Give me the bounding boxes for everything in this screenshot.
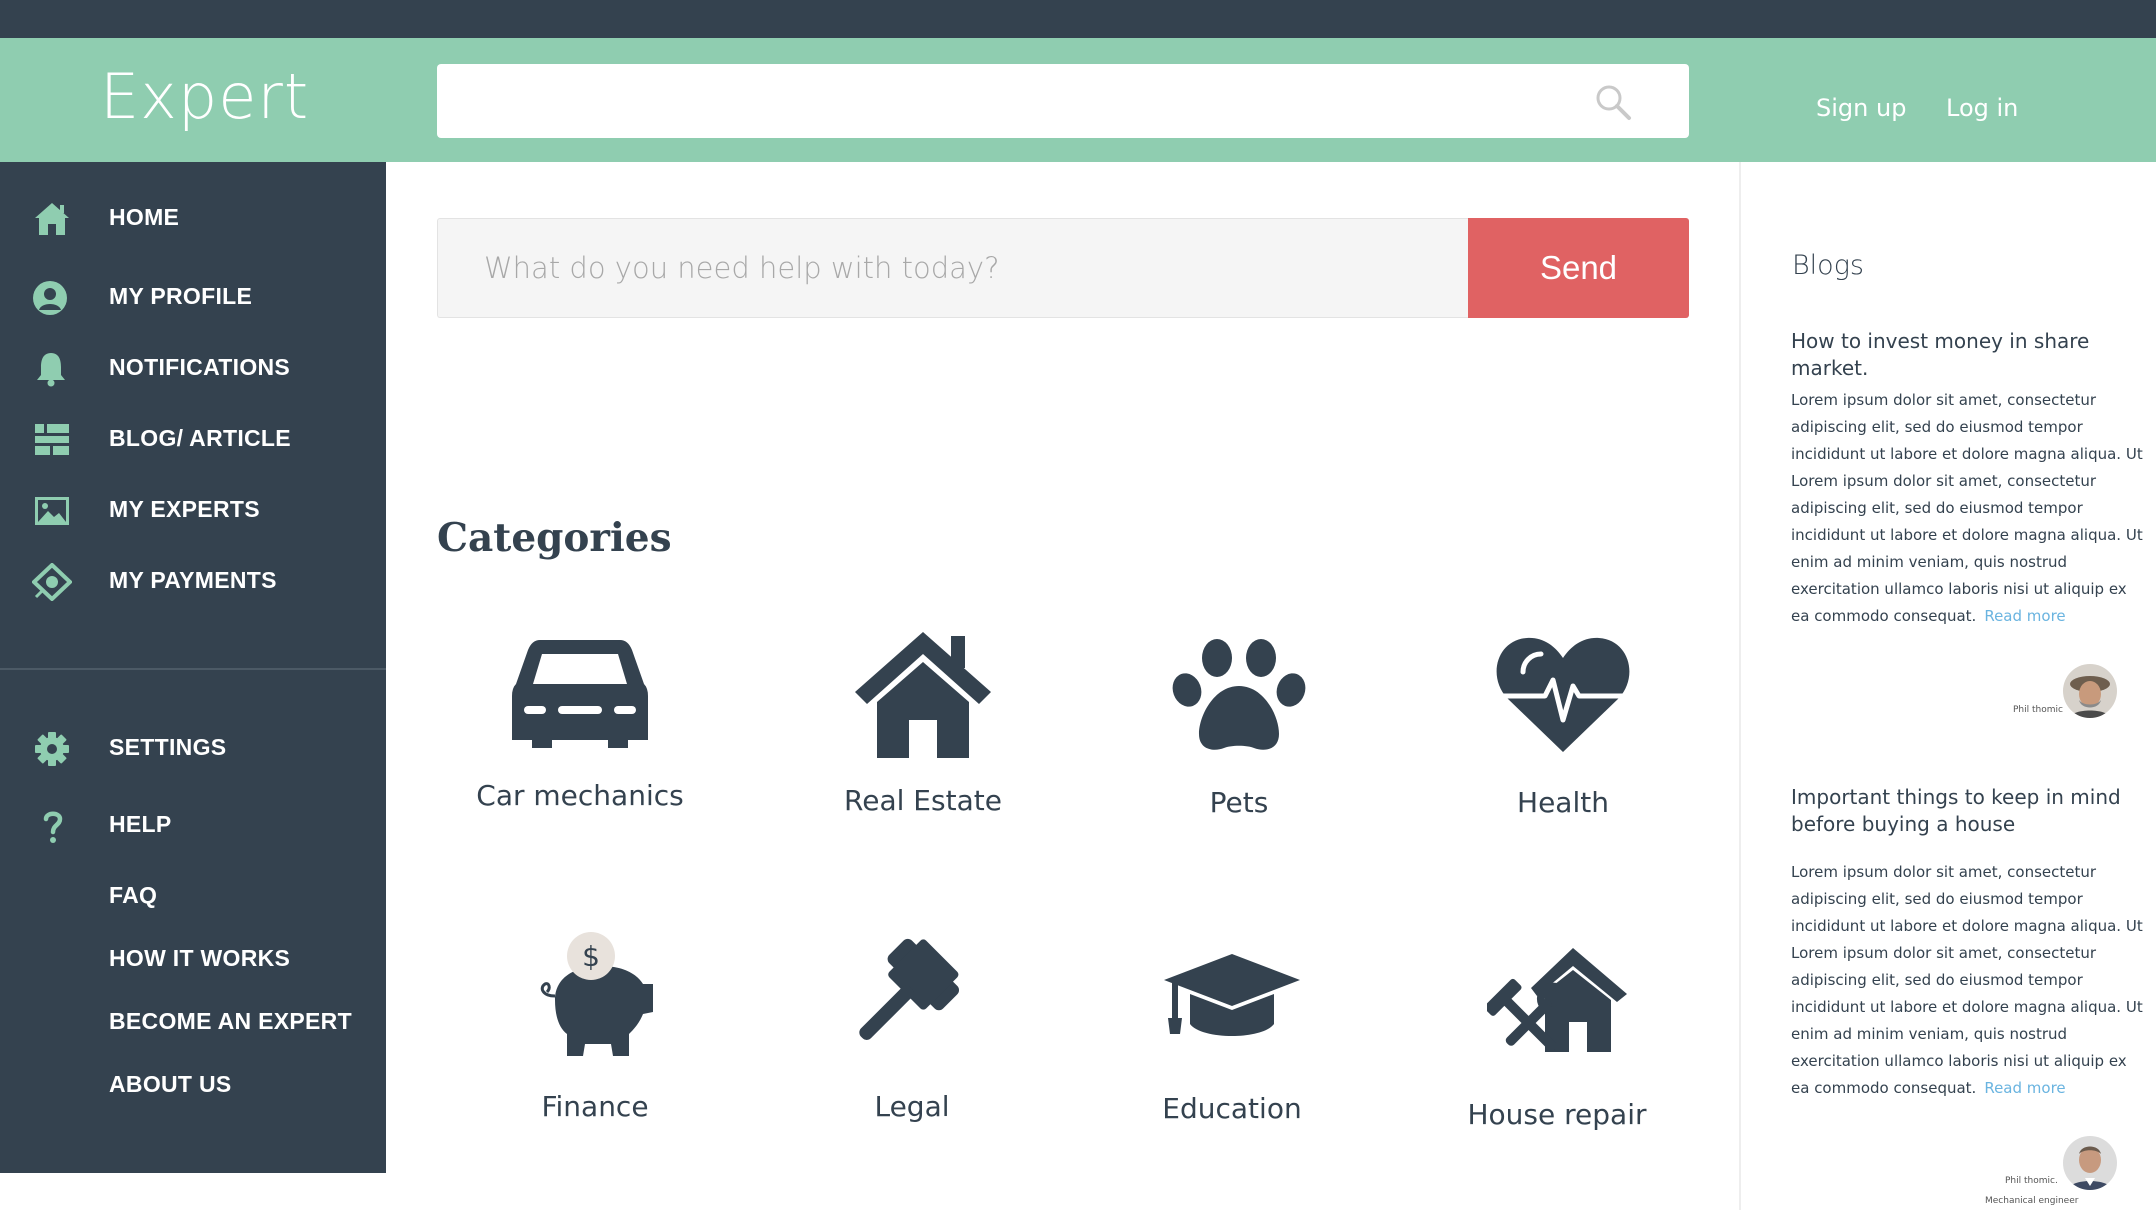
sidebar-item-settings[interactable]: SETTINGS	[0, 720, 386, 774]
category-label: House repair	[1467, 1098, 1647, 1131]
sidebar-item-label: NOTIFICATIONS	[109, 354, 291, 380]
sidebar-item-label: MY EXPERTS	[109, 496, 260, 522]
blog-post-text: Lorem ipsum dolor sit amet, consectetur …	[1791, 863, 2143, 1097]
sidebar-divider	[0, 668, 386, 670]
user-icon	[33, 281, 67, 315]
category-health[interactable]: Health	[1428, 624, 1688, 864]
read-more-link[interactable]: Read more	[1984, 1079, 2065, 1097]
sidebar-item-label: BLOG/ ARTICLE	[109, 425, 291, 451]
sidebar-item-notifications[interactable]: NOTIFICATIONS	[0, 340, 386, 394]
search-input[interactable]	[437, 64, 1597, 138]
search-icon[interactable]	[1593, 82, 1633, 122]
question-icon	[43, 811, 63, 843]
top-strip	[0, 0, 2156, 38]
category-label: Pets	[1209, 786, 1269, 819]
category-car-mechanics[interactable]: Car mechanics	[445, 624, 705, 864]
sidebar-item-about-us[interactable]: ABOUT US	[0, 1057, 386, 1111]
read-more-link[interactable]: Read more	[1984, 607, 2065, 625]
house-repair-icon	[1487, 948, 1627, 1052]
sidebar-item-label: ABOUT US	[109, 1071, 232, 1097]
piggy-bank-icon: $	[540, 932, 653, 1056]
search-bar	[437, 64, 1689, 138]
blog-post-body: Lorem ipsum dolor sit amet, consectetur …	[1791, 859, 2143, 1102]
sidebar-item-label: HOME	[109, 204, 180, 230]
sidebar-item-my-payments[interactable]: MY PAYMENTS	[0, 553, 386, 607]
svg-text:$: $	[582, 940, 600, 973]
category-label: Car mechanics	[476, 779, 684, 812]
help-request-box	[437, 218, 1469, 318]
sidebar-item-blog-article[interactable]: BLOG/ ARTICLE	[0, 411, 386, 465]
avatar[interactable]	[2063, 664, 2117, 718]
category-education[interactable]: Education	[1097, 930, 1357, 1170]
app-window: Expert Sign up Log in HOME MY PROFILE NO…	[0, 0, 2156, 1210]
sidebar-item-help[interactable]: HELP	[0, 797, 386, 851]
login-link[interactable]: Log in	[1946, 94, 2018, 122]
category-pets[interactable]: Pets	[1104, 624, 1364, 864]
sidebar-footer-gap	[0, 1173, 386, 1210]
home-icon	[35, 203, 69, 235]
sidebar-item-label: HOW IT WORKS	[109, 945, 291, 971]
sidebar-item-label: FAQ	[109, 882, 158, 908]
sidebar-item-label: SETTINGS	[109, 734, 227, 760]
gear-icon	[35, 732, 69, 766]
sidebar-item-faq[interactable]: FAQ	[0, 868, 386, 922]
image-icon	[35, 497, 69, 525]
graduation-cap-icon	[1164, 954, 1300, 1036]
payment-icon	[32, 563, 72, 601]
category-house-repair[interactable]: House repair	[1422, 930, 1682, 1170]
blog-post-text: Lorem ipsum dolor sit amet, consectetur …	[1791, 391, 2143, 625]
blog-post-body: Lorem ipsum dolor sit amet, consectetur …	[1791, 387, 2143, 630]
help-request-input[interactable]	[438, 219, 1469, 317]
category-finance[interactable]: $ Finance	[460, 930, 720, 1170]
list-icon	[35, 424, 69, 455]
sidebar-item-become-an-expert[interactable]: BECOME AN EXPERT	[0, 994, 386, 1048]
avatar-image	[2063, 1136, 2117, 1190]
sidebar-item-how-it-works[interactable]: HOW IT WORKS	[0, 931, 386, 985]
blog-author-name: Phil thomic.	[2005, 1176, 2058, 1186]
logo[interactable]: Expert	[100, 60, 309, 133]
signup-link[interactable]: Sign up	[1816, 94, 1906, 122]
sidebar-item-my-profile[interactable]: MY PROFILE	[0, 269, 386, 323]
category-label: Health	[1517, 786, 1609, 819]
header-bar: Expert Sign up Log in	[0, 38, 2156, 162]
avatar-image	[2063, 664, 2117, 718]
category-label: Finance	[541, 1090, 649, 1123]
sidebar-item-home[interactable]: HOME	[0, 190, 386, 244]
gavel-icon	[859, 938, 960, 1040]
category-label: Education	[1162, 1092, 1302, 1125]
paw-icon	[1172, 639, 1306, 750]
categories-heading: Categories	[437, 515, 672, 561]
avatar[interactable]	[2063, 1136, 2117, 1190]
sidebar: HOME MY PROFILE NOTIFICATIONS BLOG/ ARTI…	[0, 162, 386, 1173]
sidebar-item-my-experts[interactable]: MY EXPERTS	[0, 482, 386, 536]
car-icon	[512, 640, 648, 748]
heartbeat-icon	[1496, 637, 1630, 752]
blog-post-title[interactable]: Important things to keep in mind before …	[1791, 784, 2151, 838]
category-legal[interactable]: Legal	[777, 930, 1037, 1170]
blog-post-title[interactable]: How to invest money in share market.	[1791, 328, 2151, 382]
send-button[interactable]: Send	[1468, 218, 1689, 318]
bell-icon	[37, 353, 65, 387]
house-icon	[855, 632, 991, 758]
category-label: Real Estate	[844, 784, 1002, 817]
blog-author-name: Phil thomic	[2013, 705, 2063, 715]
sidebar-item-label: MY PAYMENTS	[109, 567, 277, 593]
blog-author-role: Mechanical engineer	[1985, 1196, 2079, 1206]
sidebar-item-label: BECOME AN EXPERT	[109, 1008, 352, 1034]
category-label: Legal	[874, 1090, 950, 1123]
sidebar-item-label: HELP	[109, 811, 172, 837]
category-real-estate[interactable]: Real Estate	[788, 624, 1048, 864]
blog-panel: Blogs How to invest money in share marke…	[1739, 162, 2156, 1210]
sidebar-item-label: MY PROFILE	[109, 283, 253, 309]
blogs-heading: Blogs	[1792, 250, 1864, 281]
